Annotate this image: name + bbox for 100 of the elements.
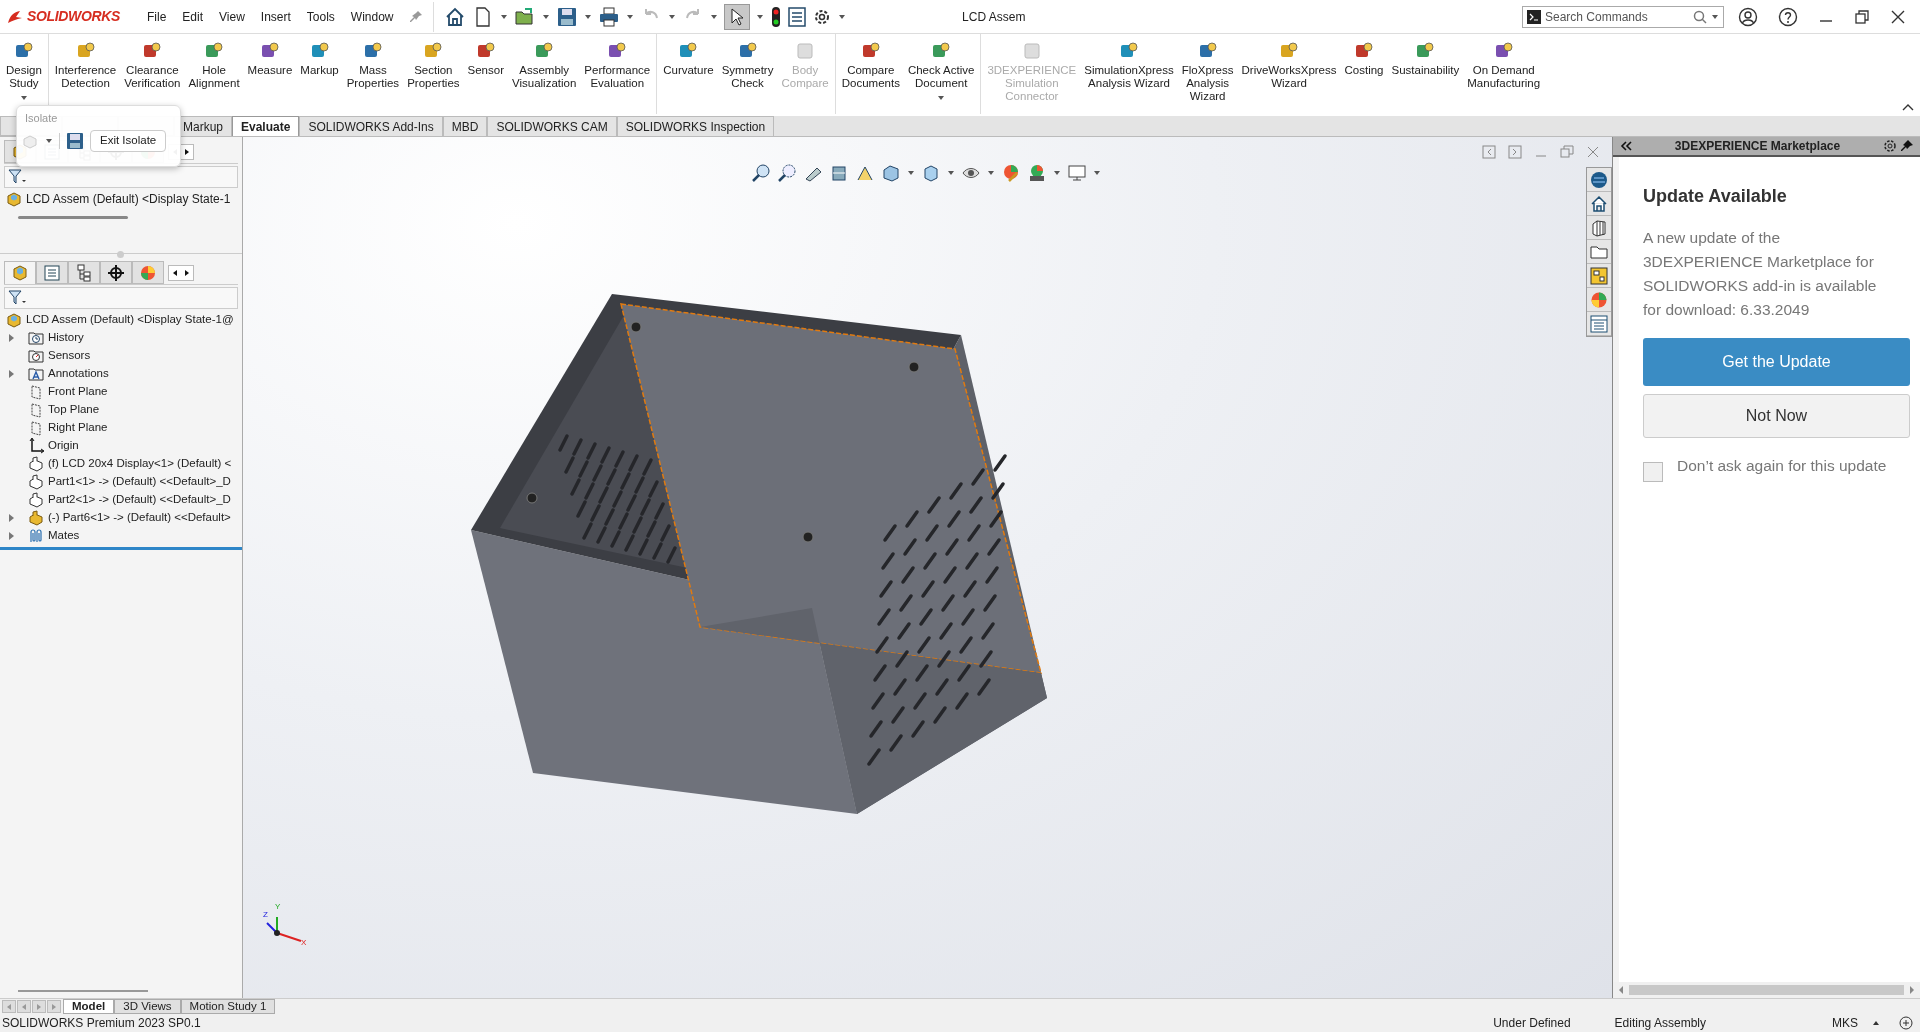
menu-item[interactable]: View bbox=[212, 4, 252, 29]
caret-icon[interactable] bbox=[709, 12, 718, 21]
monitor-icon[interactable] bbox=[1067, 163, 1087, 183]
select-button[interactable] bbox=[723, 3, 750, 30]
scrollbar-thumb[interactable] bbox=[18, 216, 128, 219]
caret-icon[interactable] bbox=[907, 169, 915, 177]
help-icon[interactable] bbox=[1778, 6, 1798, 27]
tree-item[interactable]: Annotations bbox=[48, 365, 109, 383]
exit-isolate-button[interactable]: Exit Isolate bbox=[90, 129, 167, 152]
ribbon-button[interactable]: Symmetry Check bbox=[717, 34, 778, 114]
traffic-light-icon[interactable] bbox=[769, 5, 782, 28]
section-view-icon[interactable] bbox=[829, 163, 849, 183]
get-update-button[interactable]: Get the Update bbox=[1643, 338, 1910, 386]
menu-item[interactable]: File bbox=[140, 4, 174, 29]
manager-tab[interactable] bbox=[100, 261, 132, 284]
ribbon-button[interactable]: Check Active Document bbox=[903, 34, 979, 114]
user-icon[interactable] bbox=[1738, 6, 1758, 27]
menu-item[interactable]: Edit bbox=[175, 4, 211, 29]
filter-field[interactable] bbox=[4, 166, 238, 188]
task-pane-tab[interactable] bbox=[1587, 264, 1611, 288]
ribbon-button[interactable]: Performance Evaluation bbox=[580, 34, 655, 114]
caret-icon[interactable] bbox=[987, 169, 995, 177]
expand-arrow-icon[interactable] bbox=[6, 333, 16, 343]
ribbon-tab[interactable]: SOLIDWORKS CAM bbox=[487, 116, 617, 136]
search-icon[interactable] bbox=[1693, 9, 1707, 24]
search-box[interactable]: Search Commands bbox=[1522, 5, 1724, 28]
tree-item[interactable]: (-) Part6<1> -> (Default) <<Default> bbox=[48, 509, 231, 527]
manager-tab[interactable] bbox=[68, 261, 100, 284]
pin-icon[interactable] bbox=[1900, 139, 1914, 153]
scrollbar-thumb[interactable] bbox=[18, 990, 148, 992]
ribbon-button[interactable]: Markup bbox=[296, 34, 343, 114]
ribbon-button[interactable]: On Demand Manufacturing bbox=[1463, 34, 1545, 114]
edit-appearance-icon[interactable] bbox=[1001, 163, 1021, 183]
printer-icon[interactable] bbox=[597, 5, 620, 28]
display-style-icon[interactable] bbox=[921, 163, 941, 183]
tree-item[interactable]: (f) LCD 20x4 Display<1> (Default) < bbox=[48, 455, 232, 473]
tree-item[interactable]: Top Plane bbox=[48, 401, 100, 419]
expand-arrow-icon[interactable] bbox=[6, 513, 16, 523]
collapse-icon[interactable] bbox=[1619, 140, 1633, 152]
ribbon-button[interactable]: Compare Documents bbox=[837, 34, 904, 114]
filter-field[interactable] bbox=[4, 287, 238, 309]
tree-item[interactable]: Part1<1> -> (Default) <<Default>_D bbox=[48, 473, 231, 491]
ribbon-button[interactable]: DriveWorksXpress Wizard bbox=[1237, 34, 1341, 114]
expand-arrow-icon[interactable] bbox=[6, 369, 16, 379]
tree-item[interactable]: Mates bbox=[48, 527, 80, 545]
caret-icon[interactable] bbox=[837, 12, 846, 21]
caret-icon[interactable] bbox=[947, 169, 955, 177]
ribbon-button[interactable]: Design Study bbox=[2, 34, 46, 114]
units-button[interactable]: MKS bbox=[1832, 1014, 1858, 1032]
tree-item[interactable]: LCD Assem (Default) <Display State-1@ bbox=[26, 311, 234, 329]
ribbon-button[interactable]: Interference Detection bbox=[50, 34, 121, 114]
caret-icon[interactable] bbox=[667, 12, 676, 21]
settings-icon[interactable] bbox=[1882, 138, 1898, 154]
ribbon-tab[interactable]: Evaluate bbox=[232, 116, 300, 136]
ribbon-tab[interactable]: SOLIDWORKS Add-Ins bbox=[299, 116, 443, 136]
restore-icon[interactable] bbox=[1854, 8, 1870, 25]
ribbon-button[interactable]: Assembly Visualization bbox=[508, 34, 581, 114]
ribbon-button[interactable]: Costing bbox=[1340, 34, 1388, 114]
tree-item[interactable]: History bbox=[48, 329, 84, 347]
checkbox[interactable] bbox=[1643, 462, 1663, 482]
caret-icon[interactable] bbox=[1093, 169, 1101, 177]
ribbon-button[interactable]: Sensor bbox=[463, 34, 508, 114]
tree-item[interactable]: Part2<1> -> (Default) <<Default>_D bbox=[48, 491, 231, 509]
ribbon-button[interactable]: Hole Alignment bbox=[184, 34, 244, 114]
ribbon-button[interactable]: Mass Properties bbox=[342, 34, 404, 114]
status-icon[interactable] bbox=[1898, 1015, 1914, 1031]
document-tab[interactable]: Model bbox=[63, 999, 115, 1014]
caret-icon[interactable] bbox=[1711, 12, 1719, 21]
ribbon-button[interactable]: SimulationXpress Analysis Wizard bbox=[1080, 34, 1178, 114]
save-icon[interactable] bbox=[555, 5, 578, 28]
scrollbar-thumb[interactable] bbox=[1629, 985, 1904, 995]
tree-item[interactable]: Front Plane bbox=[48, 383, 108, 401]
caret-icon[interactable] bbox=[625, 12, 634, 21]
expand-arrow-icon[interactable] bbox=[6, 531, 16, 541]
menu-item[interactable]: Insert bbox=[253, 4, 298, 29]
ribbon-button[interactable]: Section Properties bbox=[403, 34, 464, 114]
caret-icon[interactable] bbox=[755, 12, 764, 21]
menu-item[interactable]: Window bbox=[343, 4, 401, 29]
caret-icon[interactable] bbox=[499, 12, 508, 21]
list-icon[interactable] bbox=[787, 6, 806, 27]
document-tab[interactable]: Motion Study 1 bbox=[180, 999, 276, 1014]
zoom-to-fit-icon[interactable] bbox=[751, 163, 771, 183]
ribbon-button[interactable]: Measure bbox=[243, 34, 297, 114]
close-icon[interactable] bbox=[1890, 8, 1906, 25]
zoom-area-icon[interactable] bbox=[777, 163, 797, 183]
not-now-button[interactable]: Not Now bbox=[1643, 394, 1910, 438]
view-orientation-icon[interactable] bbox=[881, 163, 901, 183]
caret-icon[interactable] bbox=[1053, 169, 1061, 177]
search-input[interactable]: Search Commands bbox=[1545, 7, 1689, 26]
ribbon-button[interactable]: Clearance Verification bbox=[120, 34, 185, 114]
ribbon-tab[interactable]: SOLIDWORKS Inspection bbox=[616, 116, 775, 136]
scene-icon[interactable] bbox=[1027, 163, 1047, 183]
save-icon[interactable] bbox=[66, 131, 84, 150]
splitter-handle[interactable] bbox=[117, 251, 124, 258]
tree-item[interactable]: Origin bbox=[48, 437, 79, 455]
ribbon-button[interactable]: Sustainability bbox=[1387, 34, 1464, 114]
caret-icon[interactable] bbox=[1872, 1019, 1880, 1027]
tile-left-icon[interactable] bbox=[1482, 145, 1496, 159]
caret-icon[interactable] bbox=[45, 136, 53, 145]
tree-item[interactable]: Sensors bbox=[48, 347, 91, 365]
